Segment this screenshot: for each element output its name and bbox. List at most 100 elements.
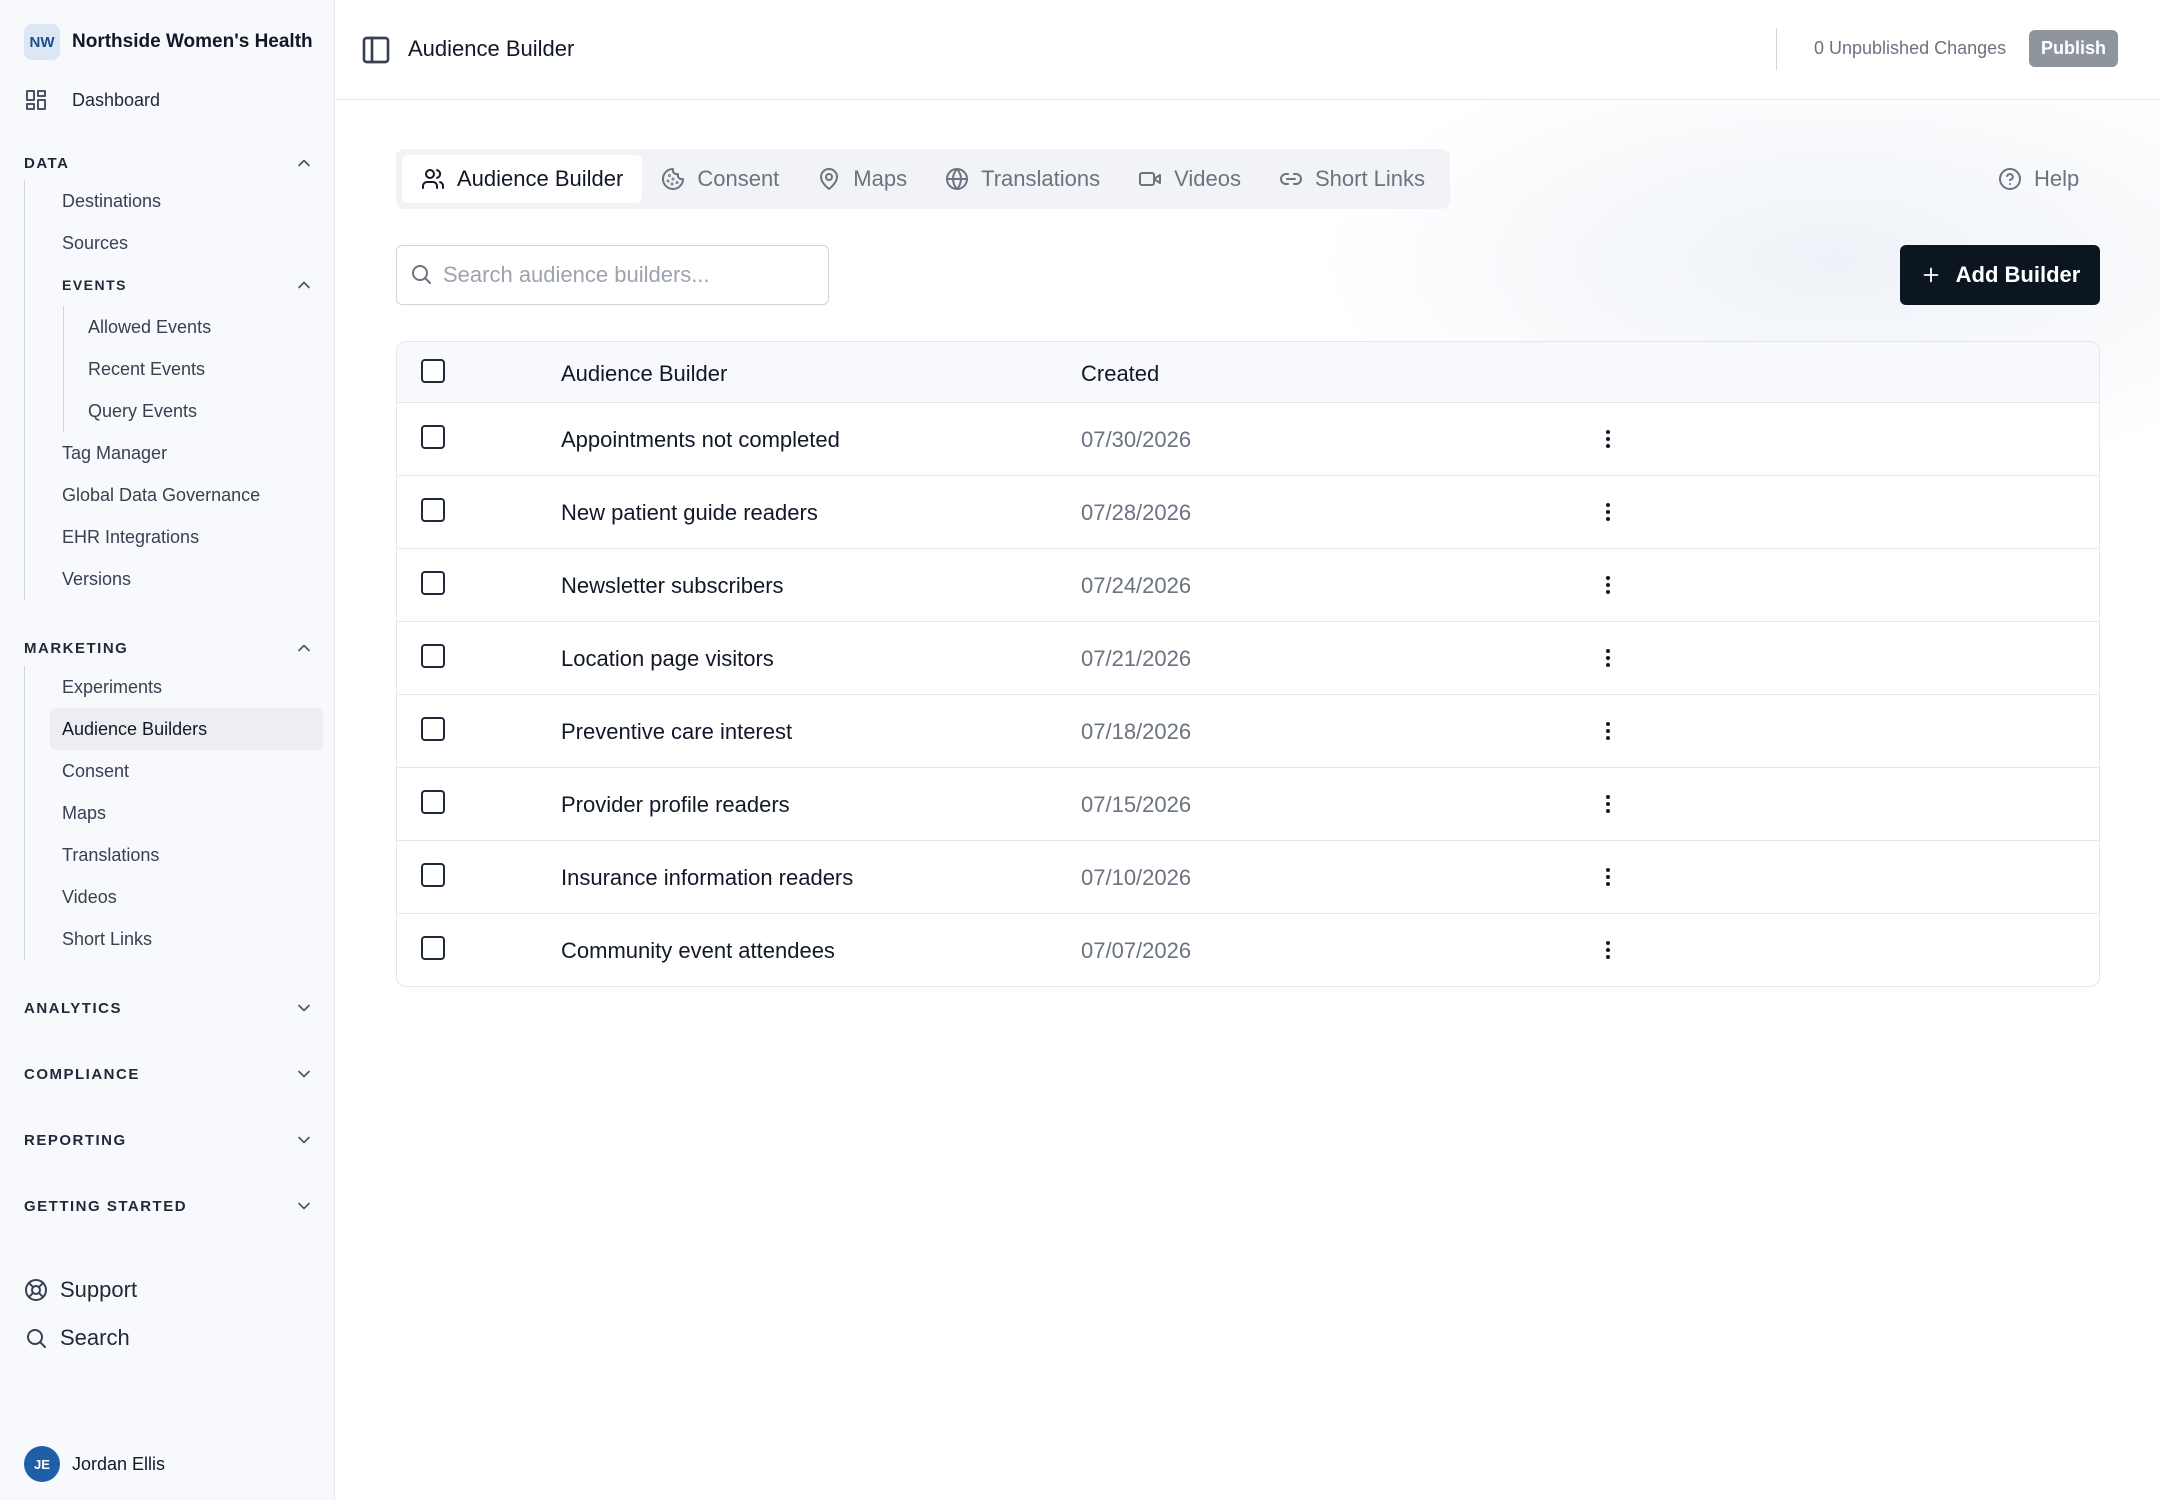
select-all-checkbox[interactable] xyxy=(421,359,445,383)
brand[interactable]: NW Northside Women's Health xyxy=(24,24,313,60)
more-vertical-icon[interactable] xyxy=(1596,573,1620,597)
row-name[interactable]: Appointments not completed xyxy=(561,427,840,453)
row-checkbox[interactable] xyxy=(421,571,445,595)
tab-audience-builder[interactable]: Audience Builder xyxy=(402,155,643,203)
sidebar-item-maps[interactable]: Maps xyxy=(62,792,106,834)
search-input[interactable] xyxy=(443,246,823,304)
search-icon xyxy=(24,1326,48,1350)
tab-bar: Audience Builder Consent Maps Translatio… xyxy=(396,149,1451,209)
tab-translations[interactable]: Translations xyxy=(926,155,1119,203)
section-analytics-toggle[interactable]: ANALYTICS xyxy=(24,996,310,1020)
support-label: Support xyxy=(60,1277,138,1302)
row-name[interactable]: Preventive care interest xyxy=(561,719,792,745)
tab-label: Short Links xyxy=(1314,166,1426,191)
row-created-date: 07/10/2026 xyxy=(1081,865,1192,890)
row-checkbox[interactable] xyxy=(421,717,445,741)
brand-logo: NW xyxy=(24,24,60,60)
search-link[interactable]: Search xyxy=(24,1325,130,1351)
chevron-up-icon xyxy=(294,638,314,658)
sidebar-item-destinations[interactable]: Destinations xyxy=(62,180,161,222)
section-marketing-toggle[interactable]: MARKETING xyxy=(24,636,310,660)
more-vertical-icon[interactable] xyxy=(1596,646,1620,670)
sidebar-item-tag-manager[interactable]: Tag Manager xyxy=(62,432,167,474)
globe-icon xyxy=(945,167,969,191)
users-icon xyxy=(421,167,445,191)
row-checkbox[interactable] xyxy=(421,498,445,522)
sidebar-item-experiments[interactable]: Experiments xyxy=(62,666,162,708)
sidebar-item-query-events[interactable]: Query Events xyxy=(88,390,197,432)
section-compliance-title: COMPLIANCE xyxy=(24,1065,140,1083)
sidebar-item-short-links[interactable]: Short Links xyxy=(62,918,152,960)
tab-short-links[interactable]: Short Links xyxy=(1260,155,1444,203)
table-row[interactable]: Newsletter subscribers 07/24/2026 xyxy=(397,548,2099,621)
tab-consent[interactable]: Consent xyxy=(642,155,798,203)
more-vertical-icon[interactable] xyxy=(1596,427,1620,451)
divider xyxy=(1776,28,1777,70)
row-checkbox[interactable] xyxy=(421,425,445,449)
section-getting-started-toggle[interactable]: GETTING STARTED xyxy=(24,1194,310,1218)
chevron-down-icon xyxy=(294,998,314,1018)
tab-videos[interactable]: Videos xyxy=(1119,155,1260,203)
row-name[interactable]: Newsletter subscribers xyxy=(561,573,784,599)
row-name[interactable]: New patient guide readers xyxy=(561,500,818,526)
chevron-up-icon xyxy=(294,275,314,295)
sidebar-toggle-icon[interactable] xyxy=(360,34,392,66)
sidebar-item-consent[interactable]: Consent xyxy=(62,750,129,792)
help-button[interactable]: Help xyxy=(1998,166,2079,192)
row-name[interactable]: Insurance information readers xyxy=(561,865,853,891)
table-row[interactable]: Insurance information readers 07/10/2026 xyxy=(397,840,2099,913)
row-checkbox[interactable] xyxy=(421,644,445,668)
cookie-icon xyxy=(661,167,685,191)
sidebar-item-recent-events[interactable]: Recent Events xyxy=(88,348,205,390)
sidebar-item-global-data-governance[interactable]: Global Data Governance xyxy=(62,474,260,516)
row-checkbox[interactable] xyxy=(421,790,445,814)
publish-button[interactable]: Publish xyxy=(2029,30,2119,67)
column-header-audience-builder[interactable]: Audience Builder xyxy=(561,361,727,387)
sidebar-item-ehr-integrations[interactable]: EHR Integrations xyxy=(62,516,199,558)
row-created-date: 07/15/2026 xyxy=(1081,792,1192,817)
nav-dashboard[interactable]: Dashboard xyxy=(24,88,160,112)
chevron-up-icon xyxy=(294,153,314,173)
section-reporting-toggle[interactable]: REPORTING xyxy=(24,1128,310,1152)
row-name[interactable]: Location page visitors xyxy=(561,646,774,672)
table-row[interactable]: Provider profile readers 07/15/2026 xyxy=(397,767,2099,840)
add-builder-label: Add Builder xyxy=(1955,262,2081,287)
column-header-created[interactable]: Created xyxy=(1081,361,1159,387)
sidebar-item-sources[interactable]: Sources xyxy=(62,222,128,264)
table-row[interactable]: Community event attendees 07/07/2026 xyxy=(397,913,2099,986)
sidebar-item-videos[interactable]: Videos xyxy=(62,876,117,918)
section-analytics-title: ANALYTICS xyxy=(24,999,122,1017)
sidebar-item-audience-builders[interactable]: Audience Builders xyxy=(50,708,323,750)
events-nav-group: Allowed Events Recent Events Query Event… xyxy=(63,306,211,432)
row-checkbox[interactable] xyxy=(421,936,445,960)
table-row[interactable]: Preventive care interest 07/18/2026 xyxy=(397,694,2099,767)
more-vertical-icon[interactable] xyxy=(1596,500,1620,524)
support-link[interactable]: Support xyxy=(24,1277,137,1303)
sidebar: NW Northside Women's Health Dashboard DA… xyxy=(0,0,335,1500)
section-data-toggle[interactable]: DATA xyxy=(24,151,310,175)
table-row[interactable]: Location page visitors 07/21/2026 xyxy=(397,621,2099,694)
more-vertical-icon[interactable] xyxy=(1596,719,1620,743)
top-bar: Audience Builder 0 Unpublished Changes P… xyxy=(336,0,2160,100)
row-name[interactable]: Provider profile readers xyxy=(561,792,790,818)
row-created-date: 07/21/2026 xyxy=(1081,646,1192,671)
row-checkbox[interactable] xyxy=(421,863,445,887)
row-created-date: 07/24/2026 xyxy=(1081,573,1192,598)
table-row[interactable]: Appointments not completed 07/30/2026 xyxy=(397,402,2099,475)
sidebar-item-translations[interactable]: Translations xyxy=(62,834,159,876)
add-builder-button[interactable]: Add Builder xyxy=(1900,245,2100,305)
plus-icon xyxy=(1920,264,1942,286)
table-row[interactable]: New patient guide readers 07/28/2026 xyxy=(397,475,2099,548)
user-menu[interactable]: JE Jordan Ellis xyxy=(24,1446,165,1482)
tab-maps[interactable]: Maps xyxy=(798,155,926,203)
sidebar-item-versions[interactable]: Versions xyxy=(62,558,131,600)
more-vertical-icon[interactable] xyxy=(1596,865,1620,889)
more-vertical-icon[interactable] xyxy=(1596,938,1620,962)
section-events-toggle[interactable]: EVENTS xyxy=(62,273,310,297)
sidebar-item-allowed-events[interactable]: Allowed Events xyxy=(88,306,211,348)
section-events-title: EVENTS xyxy=(62,277,128,293)
more-vertical-icon[interactable] xyxy=(1596,792,1620,816)
row-name[interactable]: Community event attendees xyxy=(561,938,835,964)
section-compliance-toggle[interactable]: COMPLIANCE xyxy=(24,1062,310,1086)
marketing-nav-group: Experiments Audience Builders Consent Ma… xyxy=(24,666,323,960)
